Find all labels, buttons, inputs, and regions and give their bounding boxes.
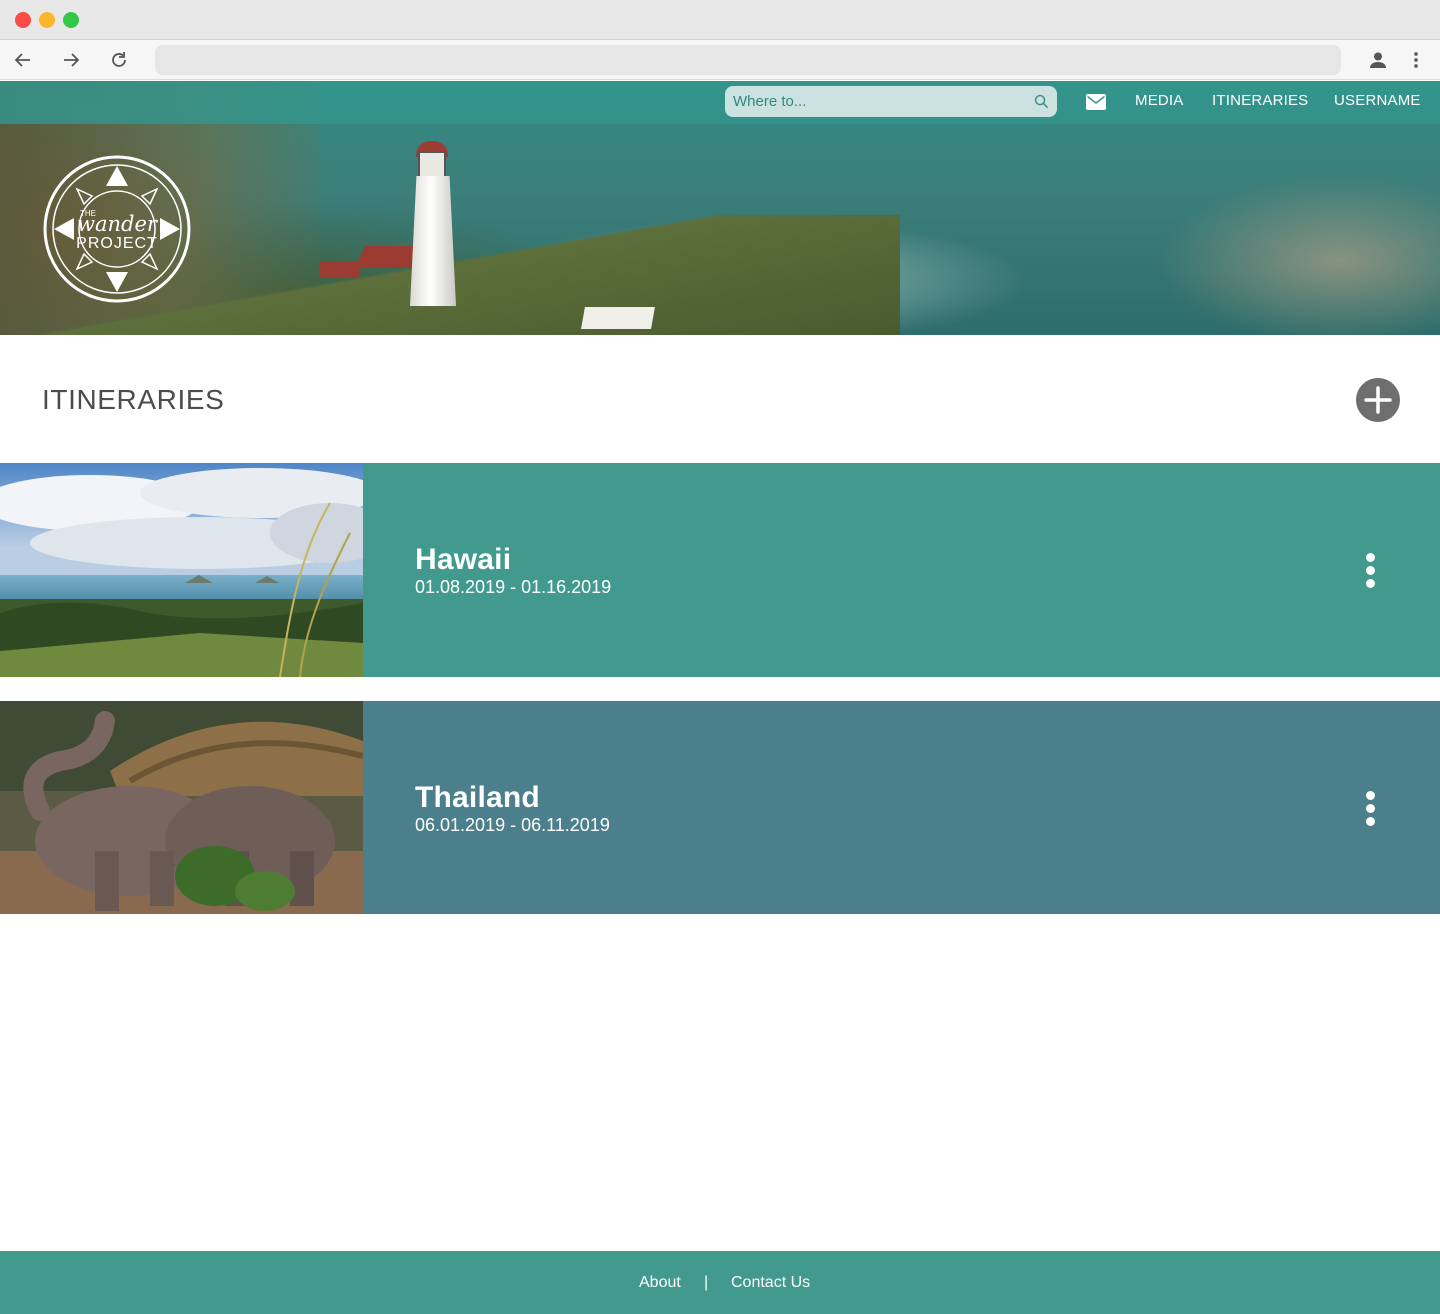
footer-separator: | (704, 1274, 709, 1291)
reload-icon[interactable] (107, 48, 131, 72)
logo-wander: wander (77, 212, 159, 236)
profile-icon[interactable] (1366, 48, 1390, 72)
nav-media-link[interactable]: MEDIA (1135, 92, 1184, 109)
browser-toolbar (0, 40, 1440, 80)
nav-username-link[interactable]: USERNAME (1334, 92, 1421, 109)
itinerary-options-icon[interactable] (1358, 549, 1382, 589)
hawaii-photo (0, 463, 363, 677)
thailand-photo (0, 701, 363, 914)
forward-arrow-icon[interactable] (59, 48, 83, 72)
add-itinerary-button[interactable] (1356, 378, 1400, 422)
footer: About | Contact Us (0, 1251, 1440, 1314)
search-box (725, 86, 1057, 117)
itinerary-title: Hawaii (415, 543, 512, 576)
search-icon[interactable] (1034, 94, 1049, 109)
browser-titlebar (0, 0, 1440, 40)
window-close-button[interactable] (15, 12, 31, 28)
house-roof (320, 261, 360, 277)
search-input[interactable] (733, 86, 1023, 117)
page-title: ITINERARIES (42, 384, 225, 415)
plus-icon (1364, 386, 1392, 414)
address-bar[interactable] (155, 45, 1341, 75)
lighthouse-tower (410, 176, 456, 306)
itinerary-options-icon[interactable] (1358, 787, 1382, 827)
shed-roof (581, 307, 655, 329)
kebab-menu-icon[interactable] (1404, 48, 1428, 72)
top-navbar: MEDIA ITINERARIES USERNAME (0, 81, 1440, 124)
itinerary-card-hawaii[interactable]: Hawaii 01.08.2019 - 01.16.2019 (0, 463, 1440, 677)
nav-itineraries-link[interactable]: ITINERARIES (1212, 92, 1308, 109)
itinerary-card-thailand[interactable]: Thailand 06.01.2019 - 06.11.2019 (0, 701, 1440, 914)
itinerary-dates: 06.01.2019 - 06.11.2019 (415, 815, 610, 835)
footer-about-link[interactable]: About (639, 1274, 681, 1292)
lighthouse-lamp (418, 151, 446, 179)
wander-project-logo[interactable]: THE wander PROJECT (42, 154, 192, 304)
window-maximize-button[interactable] (63, 12, 79, 28)
back-arrow-icon[interactable] (11, 48, 35, 72)
footer-contact-link[interactable]: Contact Us (731, 1274, 810, 1292)
itinerary-dates: 01.08.2019 - 01.16.2019 (415, 577, 612, 597)
mail-icon[interactable] (1086, 94, 1106, 110)
logo-project: PROJECT (76, 235, 158, 252)
window-minimize-button[interactable] (39, 12, 55, 28)
itinerary-title: Thailand (415, 781, 540, 814)
